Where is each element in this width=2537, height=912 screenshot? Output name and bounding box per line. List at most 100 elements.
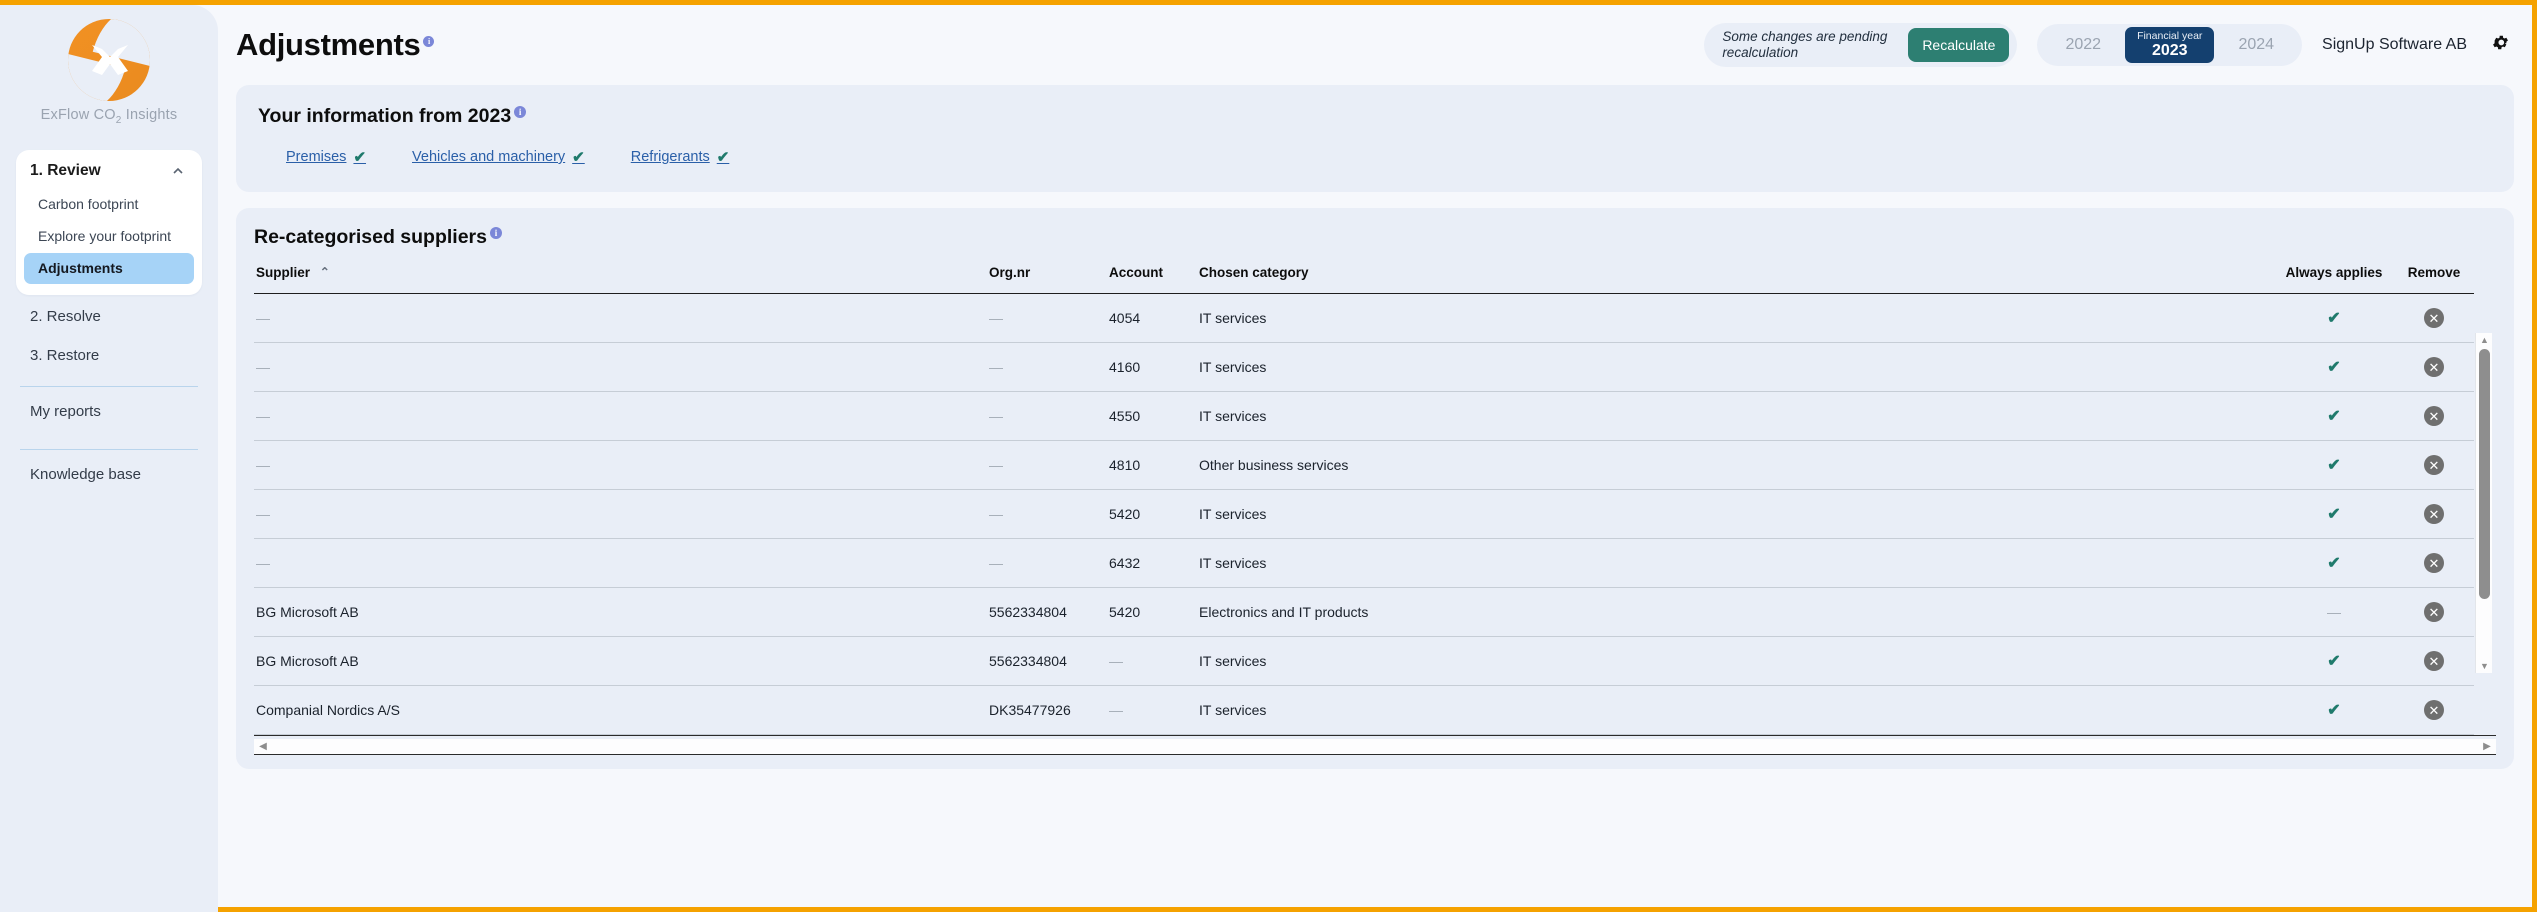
sidebar: ExFlow CO2 Insights 1. Review Carbon foo…	[0, 5, 218, 912]
your-information-card: Your information from 2023i Premises ✔ V…	[236, 85, 2514, 192]
cell-orgnr: 5562334804	[989, 637, 1109, 686]
sidebar-item-resolve[interactable]: 2. Resolve	[16, 299, 202, 334]
brand-logo[interactable]: ExFlow CO2 Insights	[41, 19, 178, 126]
suppliers-table-body: ——4054IT services✔✕——4160IT services✔✕——…	[254, 294, 2474, 735]
table-row[interactable]: ——4160IT services✔✕	[254, 343, 2474, 392]
remove-row-button[interactable]: ✕	[2424, 406, 2444, 426]
cell-always-applies[interactable]: ✔	[2274, 539, 2394, 588]
cell-orgnr-value: —	[989, 457, 1003, 473]
year-option-2024[interactable]: 2024	[2220, 36, 2292, 54]
table-row[interactable]: BG Microsoft AB5562334804—IT services✔✕	[254, 637, 2474, 686]
year-option-2022[interactable]: 2022	[2047, 36, 2119, 54]
remove-row-button[interactable]: ✕	[2424, 308, 2444, 328]
link-vehicles-and-machinery[interactable]: Vehicles and machinery ✔	[412, 148, 585, 166]
cell-chosen-category-value: Other business services	[1199, 457, 1348, 473]
remove-row-button[interactable]: ✕	[2424, 602, 2444, 622]
table-row[interactable]: ——5420IT services✔✕	[254, 490, 2474, 539]
sidebar-item-restore[interactable]: 3. Restore	[16, 338, 202, 373]
cell-orgnr: DK35477926	[989, 686, 1109, 735]
column-header-chosen-category[interactable]: Chosen category	[1199, 265, 1679, 294]
triangle-right-icon[interactable]: ▶	[2480, 741, 2494, 752]
remove-row-button[interactable]: ✕	[2424, 700, 2444, 720]
cell-always-applies[interactable]: ✔	[2274, 343, 2394, 392]
sidebar-section-review-label: 1. Review	[30, 162, 101, 180]
check-icon: ✔	[2327, 359, 2340, 376]
column-header-supplier[interactable]: Supplier ⌃	[254, 265, 989, 294]
suppliers-table: Supplier ⌃ Org.nr Account Chosen categor…	[254, 265, 2474, 735]
cell-chosen-category-value: IT services	[1199, 702, 1266, 718]
sidebar-item-knowledge-base[interactable]: Knowledge base	[16, 450, 202, 499]
triangle-down-icon[interactable]: ▼	[2476, 659, 2493, 673]
cell-supplier: —	[254, 392, 989, 441]
table-row[interactable]: — — 4810Other business services ✔ ✕	[254, 441, 2474, 490]
cell-account-value: 5420	[1109, 604, 1140, 620]
cell-chosen-category: Electronics and IT products	[1199, 588, 1679, 637]
cell-always-applies[interactable]: ✔	[2274, 637, 2394, 686]
table-row[interactable]: Companial Nordics A/SDK35477926—IT servi…	[254, 686, 2474, 735]
column-header-remove[interactable]: Remove	[2394, 265, 2474, 294]
triangle-left-icon[interactable]: ◀	[256, 741, 270, 752]
header-controls: Some changes are pending recalculation R…	[1704, 23, 2510, 67]
remove-row-button[interactable]: ✕	[2424, 553, 2444, 573]
column-header-orgnr[interactable]: Org.nr	[989, 265, 1109, 294]
cell-account-value: —	[1109, 702, 1123, 718]
cell-chosen-category-value: Electronics and IT products	[1199, 604, 1368, 620]
table-vertical-scrollbar[interactable]: ▲ ▼	[2475, 333, 2492, 673]
cell-chosen-category-value: IT services	[1199, 555, 1266, 571]
info-icon[interactable]: i	[514, 106, 526, 118]
cell-spacer	[1679, 588, 2274, 637]
recalculate-button[interactable]: Recalculate	[1908, 28, 2009, 62]
product-name: ExFlow CO2 Insights	[41, 107, 178, 126]
gear-icon[interactable]	[2491, 33, 2510, 57]
table-row[interactable]: BG Microsoft AB55623348045420Electronics…	[254, 588, 2474, 637]
cell-remove: ✕	[2394, 441, 2474, 490]
cell-spacer	[1679, 539, 2274, 588]
column-header-always-applies[interactable]: Always applies	[2274, 265, 2394, 294]
table-row[interactable]: ——4550IT services✔✕	[254, 392, 2474, 441]
cell-always-applies[interactable]: ✔	[2274, 490, 2394, 539]
check-icon: ✔	[2327, 310, 2340, 327]
sidebar-item-my-reports[interactable]: My reports	[16, 387, 202, 436]
check-icon: ✔	[353, 148, 366, 166]
cell-always-applies[interactable]: —	[2274, 588, 2394, 637]
vertical-scroll-thumb[interactable]	[2479, 349, 2490, 599]
cell-always-applies[interactable]: ✔	[2274, 441, 2394, 490]
sidebar-item-carbon-footprint[interactable]: Carbon footprint	[24, 189, 194, 220]
cell-spacer	[1679, 441, 2274, 490]
cell-always-applies[interactable]: ✔	[2274, 686, 2394, 735]
info-icon[interactable]: i	[423, 36, 434, 47]
cell-always-applies[interactable]: ✔	[2274, 392, 2394, 441]
remove-row-button[interactable]: ✕	[2424, 504, 2444, 524]
table-horizontal-scrollbar[interactable]: ◀ ▶	[254, 739, 2496, 755]
remove-row-button[interactable]: ✕	[2424, 357, 2444, 377]
financial-year-value: 2023	[2137, 42, 2202, 59]
check-icon: ✔	[572, 148, 585, 166]
cell-account: —	[1109, 686, 1199, 735]
cell-supplier-value: —	[256, 457, 270, 473]
link-premises[interactable]: Premises ✔	[286, 148, 366, 166]
cell-always-applies[interactable]: ✔	[2274, 294, 2394, 343]
sidebar-item-adjustments[interactable]: Adjustments	[24, 253, 194, 284]
cell-supplier: —	[254, 441, 989, 490]
dash-icon: —	[2327, 604, 2341, 620]
table-row[interactable]: ——6432IT services✔✕	[254, 539, 2474, 588]
remove-row-button[interactable]: ✕	[2424, 455, 2444, 475]
triangle-up-icon[interactable]: ▲	[2476, 333, 2493, 347]
table-row[interactable]: ——4054IT services✔✕	[254, 294, 2474, 343]
sidebar-section-review-header[interactable]: 1. Review	[16, 160, 202, 188]
cell-remove: ✕	[2394, 294, 2474, 343]
link-refrigerants[interactable]: Refrigerants ✔	[631, 148, 730, 166]
chevron-up-icon: ⌃	[320, 265, 330, 279]
cell-orgnr: 5562334804	[989, 588, 1109, 637]
remove-row-button[interactable]: ✕	[2424, 651, 2444, 671]
info-icon[interactable]: i	[490, 227, 502, 239]
cell-orgnr-value: —	[989, 359, 1003, 375]
sidebar-item-explore-your-footprint[interactable]: Explore your footprint	[24, 221, 194, 252]
cell-orgnr-value: —	[989, 408, 1003, 424]
year-option-2023-selected[interactable]: Financial year 2023	[2125, 27, 2214, 64]
table-header-row: Supplier ⌃ Org.nr Account Chosen categor…	[254, 265, 2474, 294]
column-header-account[interactable]: Account	[1109, 265, 1199, 294]
cell-account: 4810	[1109, 441, 1199, 490]
cell-chosen-category: IT services	[1199, 392, 1679, 441]
check-icon: ✔	[2327, 653, 2340, 670]
